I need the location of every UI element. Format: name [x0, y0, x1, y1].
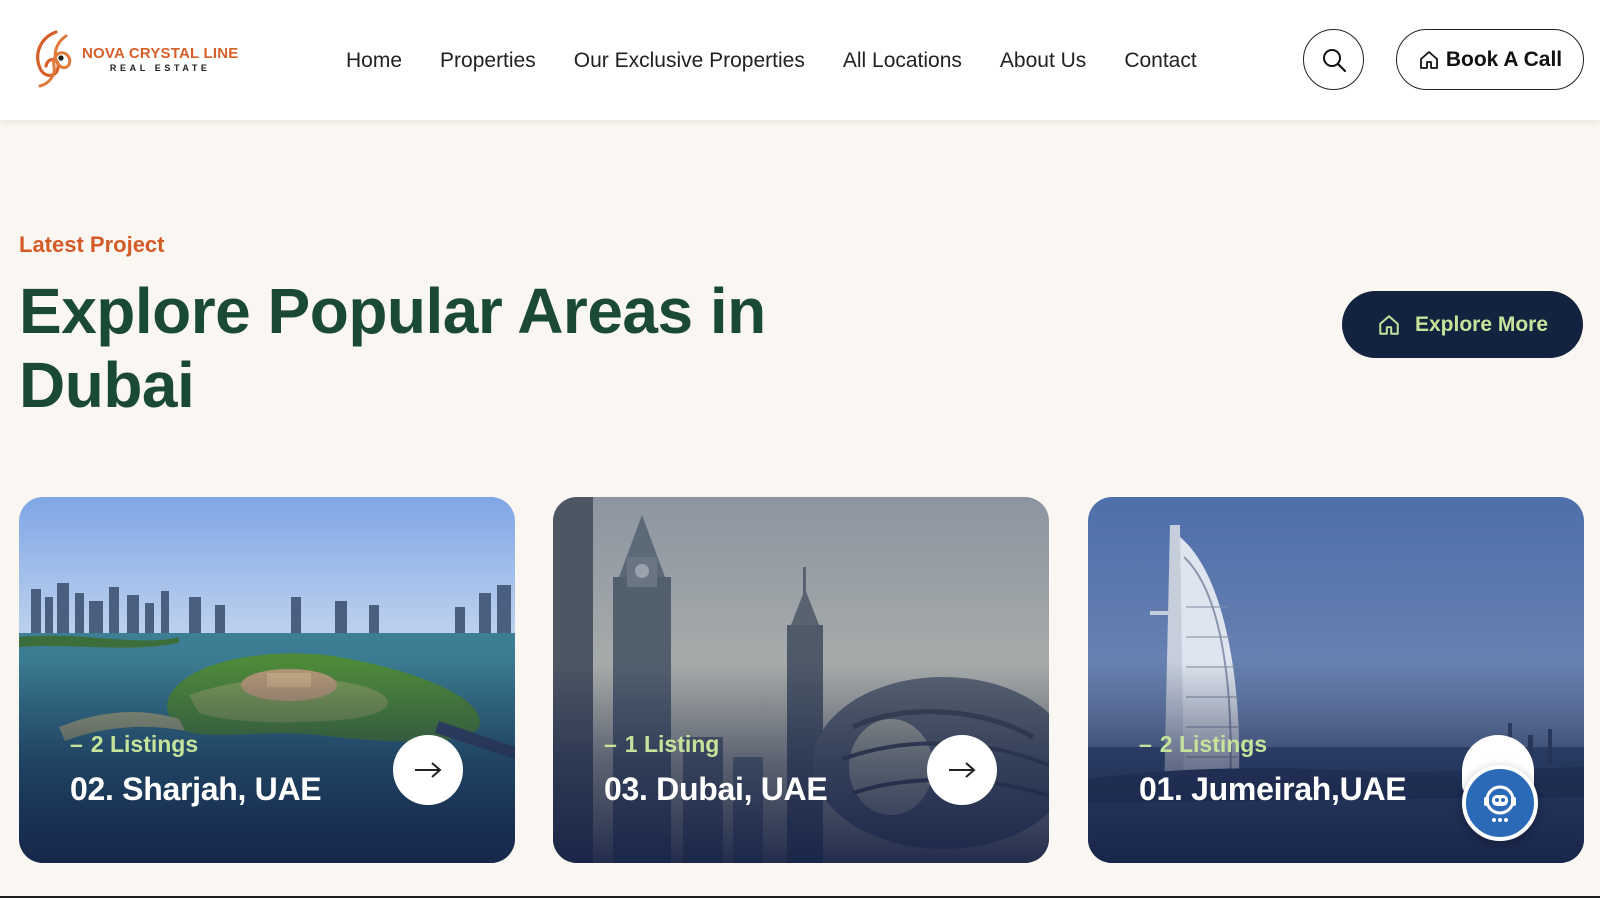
search-icon	[1322, 48, 1346, 72]
nav-item-home[interactable]: Home	[346, 49, 402, 73]
card-listing-count: –1 Listing	[604, 731, 720, 757]
card-listing-count: –2 Listings	[70, 731, 199, 757]
explore-more-button[interactable]: Explore More	[1342, 291, 1583, 358]
area-card-sharjah[interactable]: –2 Listings 02. Sharjah, UAE	[19, 497, 515, 863]
logo-mark-icon	[36, 30, 72, 88]
area-card-dubai[interactable]: –1 Listing 03. Dubai, UAE	[553, 497, 1049, 863]
nav-item-exclusive-properties[interactable]: Our Exclusive Properties	[574, 49, 805, 73]
main-nav: Home Properties Our Exclusive Properties…	[346, 44, 1197, 78]
card-listing-count: –2 Listings	[1139, 731, 1268, 757]
explore-more-label: Explore More	[1414, 312, 1549, 336]
brand-tagline: REAL ESTATE	[109, 63, 211, 73]
chat-widget-button[interactable]	[1462, 765, 1538, 841]
card-arrow-button[interactable]	[393, 735, 463, 805]
card-area-name: 03. Dubai, UAE	[604, 771, 828, 807]
arrow-right-icon	[415, 762, 442, 778]
card-area-name: 02. Sharjah, UAE	[70, 771, 322, 807]
home-icon	[1379, 314, 1399, 335]
brand-logo[interactable]: NOVA CRYSTAL LINE REAL ESTATE	[26, 26, 256, 92]
section-eyebrow: Latest Project	[19, 232, 165, 257]
card-area-name: 01. Jumeirah,UAE	[1139, 771, 1407, 807]
arrow-right-icon	[949, 762, 976, 778]
book-call-button[interactable]: Book A Call	[1396, 29, 1584, 90]
nav-item-about-us[interactable]: About Us	[1000, 49, 1086, 73]
book-call-label: Book A Call	[1445, 47, 1563, 71]
search-button[interactable]	[1303, 29, 1364, 90]
section-title: Explore Popular Areas in Dubai	[19, 275, 766, 421]
home-icon	[1419, 50, 1438, 69]
brand-name: NOVA CRYSTAL LINE	[82, 45, 239, 62]
nav-item-properties[interactable]: Properties	[440, 49, 536, 73]
site-header: NOVA CRYSTAL LINE REAL ESTATE Home Prope…	[0, 0, 1600, 120]
nav-item-contact[interactable]: Contact	[1124, 49, 1196, 73]
card-arrow-button[interactable]	[927, 735, 997, 805]
chatbot-icon	[1484, 785, 1516, 822]
nav-item-all-locations[interactable]: All Locations	[843, 49, 962, 73]
